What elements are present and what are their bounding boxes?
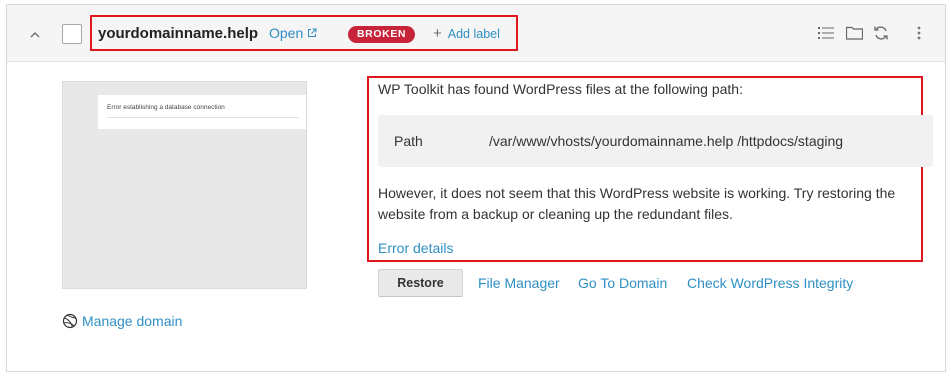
highlight-frame-message	[367, 76, 923, 262]
preview-error-panel: Error establishing a database connection	[98, 95, 306, 129]
path-panel: Path /var/www/vhosts/yourdomainname.help…	[378, 115, 933, 167]
select-site-checkbox[interactable]	[62, 24, 82, 44]
preview-error-text: Error establishing a database connection	[107, 104, 225, 111]
chevron-up-icon[interactable]	[27, 26, 43, 42]
path-label: Path	[394, 133, 423, 149]
manage-domain-label: Manage domain	[82, 313, 183, 329]
message-title: WP Toolkit has found WordPress files at …	[378, 81, 743, 97]
site-card-header: yourdomainname.help Open BROKEN + Add la…	[7, 5, 945, 62]
site-screenshot-preview[interactable]: Error establishing a database connection	[62, 81, 307, 289]
open-site-link[interactable]: Open	[269, 25, 317, 41]
check-integrity-link[interactable]: Check WordPress Integrity	[687, 275, 853, 291]
add-label-text: Add label	[447, 27, 500, 41]
error-details-link[interactable]: Error details	[378, 240, 453, 256]
path-value: /var/www/vhosts/yourdomainname.help /htt…	[489, 133, 844, 149]
open-link-label: Open	[269, 25, 304, 41]
preview-divider	[107, 117, 299, 118]
domain-name: yourdomainname.help	[98, 25, 259, 42]
file-manager-link[interactable]: File Manager	[478, 275, 560, 291]
folder-icon[interactable]	[844, 23, 864, 43]
globe-icon	[62, 313, 78, 329]
go-to-domain-link[interactable]: Go To Domain	[578, 275, 667, 291]
list-icon[interactable]	[816, 23, 836, 43]
more-vertical-icon[interactable]	[909, 23, 929, 43]
status-badge: BROKEN	[348, 26, 416, 43]
external-link-icon	[308, 28, 317, 37]
manage-domain-link[interactable]: Manage domain	[62, 313, 182, 329]
message-body: However, it does not seem that this Word…	[378, 185, 896, 222]
refresh-icon[interactable]	[871, 23, 891, 43]
site-card: yourdomainname.help Open BROKEN + Add la…	[6, 4, 946, 372]
plus-icon: +	[433, 25, 442, 42]
restore-button[interactable]: Restore	[378, 269, 463, 297]
add-label-button[interactable]: + Add label	[433, 25, 500, 42]
